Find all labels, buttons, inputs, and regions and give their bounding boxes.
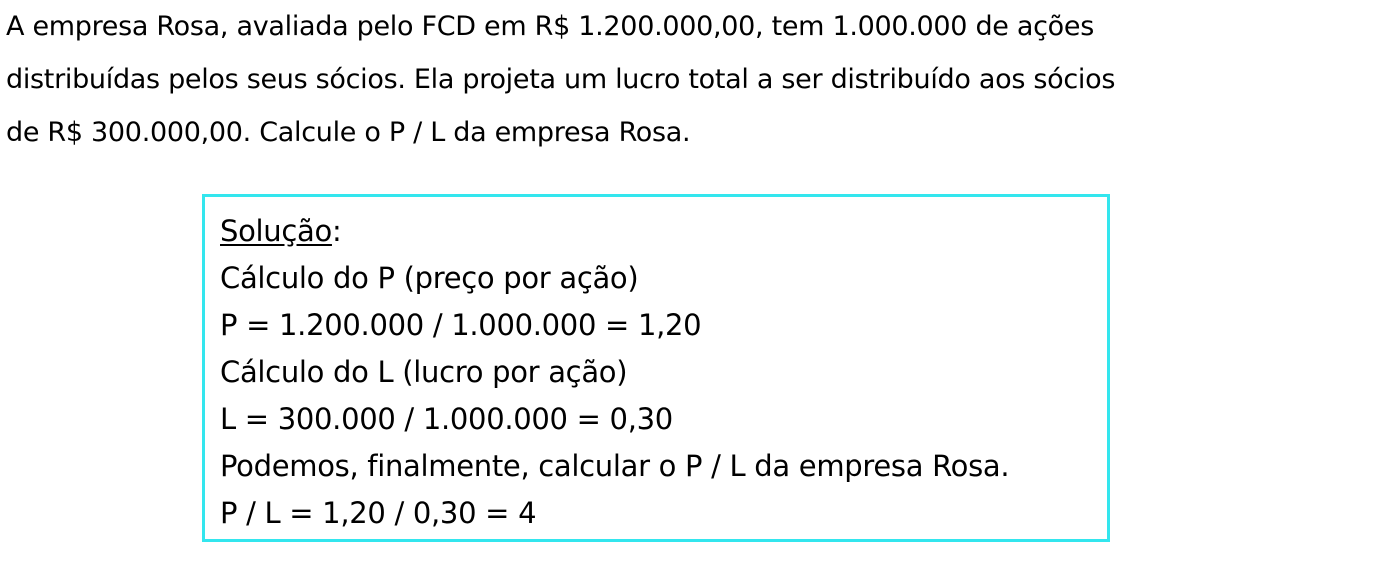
solution-heading-text: Solução	[220, 214, 332, 248]
solution-line: L = 300.000 / 1.000.000 = 0,30	[220, 402, 673, 436]
solution-line: P / L = 1,20 / 0,30 = 4	[220, 496, 537, 530]
problem-line: distribuídas pelos seus sócios. Ela proj…	[6, 64, 1116, 95]
solution-line: Cálculo do P (preço por ação)	[220, 261, 639, 295]
problem-line: de R$ 300.000,00. Calcule o P / L da emp…	[6, 117, 691, 148]
problem-line: A empresa Rosa, avaliada pelo FCD em R$ …	[6, 11, 1094, 42]
solution-line: Podemos, finalmente, calcular o P / L da…	[220, 449, 1010, 483]
solution-heading: Solução:	[220, 208, 1009, 255]
solution-box: Solução: Cálculo do P (preço por ação) P…	[202, 194, 1110, 542]
solution-heading-colon: :	[331, 214, 342, 248]
solution-line: Cálculo do L (lucro por ação)	[220, 355, 628, 389]
solution-content: Solução: Cálculo do P (preço por ação) P…	[220, 208, 1010, 537]
solution-line: P = 1.200.000 / 1.000.000 = 1,20	[220, 308, 702, 342]
problem-statement: A empresa Rosa, avaliada pelo FCD em R$ …	[6, 0, 1386, 159]
